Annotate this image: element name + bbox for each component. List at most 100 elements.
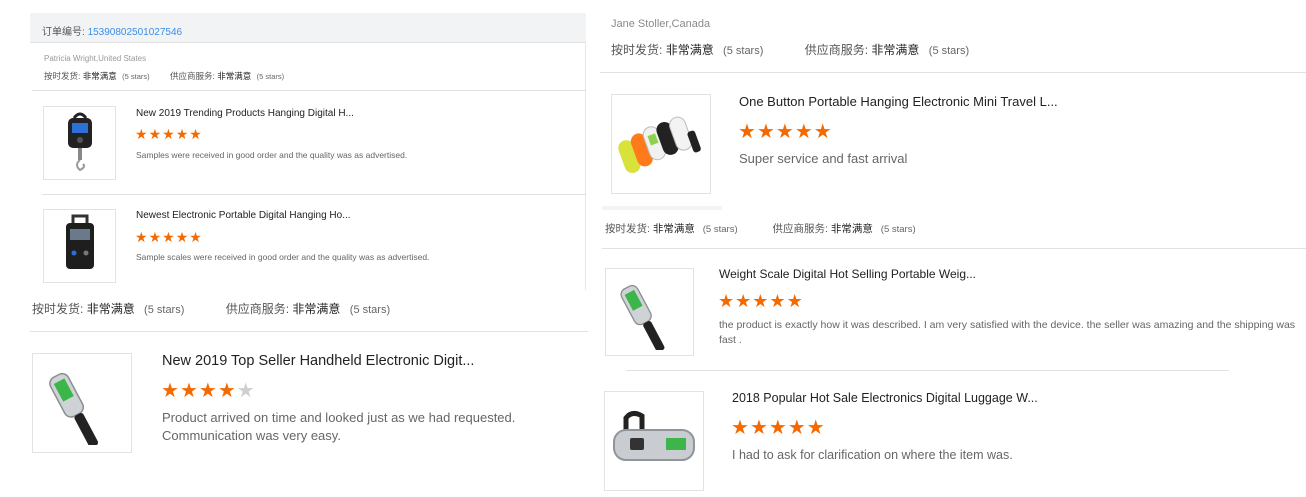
star-filled-icon: ★ <box>731 417 749 439</box>
ship-label: 按时发货: <box>605 223 650 235</box>
ship-value: 非常满意 <box>82 71 117 81</box>
order-number-link[interactable]: 15390802501027546 <box>88 27 183 38</box>
rating-summary: 按时发货: 非常满意 (5 stars) 供应商服务: 非常满意 (5 star… <box>611 41 969 58</box>
order-number-row: 订单编号: 15390802501027546 <box>42 23 182 38</box>
silver-scale-icon <box>613 410 695 461</box>
rating-stars: ★★★★★ <box>161 381 256 401</box>
ship-stars: (5 stars) <box>144 304 185 316</box>
rating-stars: ★★★★★ <box>731 418 826 438</box>
order-number-label: 订单编号: <box>42 27 85 38</box>
ship-label: 按时发货: <box>44 71 81 81</box>
star-filled-icon: ★ <box>749 417 768 439</box>
review-panel-a: 订单编号: 15390802501027546 Patricia Wright,… <box>30 13 586 298</box>
star-filled-icon: ★ <box>198 380 217 402</box>
service-label: 供应商服务: <box>772 223 828 235</box>
star-filled-icon: ★ <box>769 291 786 311</box>
luggage-scale-icon <box>619 284 664 350</box>
hanging-scale-icon <box>67 112 92 172</box>
star-filled-icon: ★ <box>179 380 198 402</box>
ship-value: 非常满意 <box>86 302 135 316</box>
divider <box>42 194 586 195</box>
star-filled-icon: ★ <box>813 121 832 143</box>
star-filled-icon: ★ <box>175 126 189 142</box>
ship-stars: (5 stars) <box>702 224 738 235</box>
product-title[interactable]: Weight Scale Digital Hot Selling Portabl… <box>719 267 1299 281</box>
rating-stars: ★★★★★ <box>135 230 203 246</box>
star-filled-icon: ★ <box>162 229 175 245</box>
star-filled-icon: ★ <box>756 121 775 143</box>
ship-label: 按时发货: <box>611 43 663 57</box>
review-panel-d: 按时发货: 非常满意 (5 stars) 供应商服务: 非常满意 (5 star… <box>600 206 1306 497</box>
rating-stars: ★★★★★ <box>718 292 804 311</box>
star-filled-icon: ★ <box>738 121 756 143</box>
star-filled-icon: ★ <box>768 417 787 439</box>
product-thumbnail[interactable] <box>32 353 132 453</box>
divider <box>30 331 588 332</box>
review-text: I had to ask for clarification on where … <box>732 448 1013 462</box>
ship-stars: (5 stars) <box>723 45 764 57</box>
star-filled-icon: ★ <box>148 229 162 245</box>
star-empty-icon: ★ <box>236 380 255 402</box>
star-filled-icon: ★ <box>189 229 202 245</box>
divider <box>600 72 1306 73</box>
divider <box>602 248 1306 249</box>
star-filled-icon: ★ <box>787 417 806 439</box>
review-text: Samples were received in good order and … <box>136 150 408 160</box>
star-filled-icon: ★ <box>752 291 769 311</box>
review-panel-b: 按时发货: 非常满意 (5 stars) 供应商服务: 非常满意 (5 star… <box>30 290 590 490</box>
hanging-scale-icon <box>65 214 94 269</box>
colorful-scales-icon <box>618 116 701 174</box>
rating-stars: ★★★★★ <box>135 127 203 143</box>
star-filled-icon: ★ <box>794 121 813 143</box>
product-title[interactable]: 2018 Popular Hot Sale Electronics Digita… <box>732 391 1292 405</box>
product-thumbnail[interactable] <box>43 106 116 180</box>
star-filled-icon: ★ <box>735 291 752 311</box>
star-filled-icon: ★ <box>217 380 236 402</box>
service-label: 供应商服务: <box>804 43 869 57</box>
service-stars: (5 stars) <box>928 45 970 57</box>
product-thumbnail[interactable] <box>611 94 711 194</box>
service-stars: (5 stars) <box>256 72 285 81</box>
product-title[interactable]: Newest Electronic Portable Digital Hangi… <box>136 210 566 221</box>
star-filled-icon: ★ <box>135 229 148 245</box>
divider <box>626 370 1229 371</box>
product-title[interactable]: New 2019 Trending Products Hanging Digit… <box>136 108 566 119</box>
buyer-name: Jane Stoller,Canada <box>611 18 711 30</box>
star-filled-icon: ★ <box>135 126 148 142</box>
product-thumbnail[interactable] <box>43 209 116 283</box>
star-filled-icon: ★ <box>175 229 189 245</box>
review-text: Sample scales were received in good orde… <box>136 252 430 262</box>
rating-summary: 按时发货: 非常满意 (5 stars) 供应商服务: 非常满意 (5 star… <box>605 221 916 236</box>
cropped-buyer-strip <box>602 206 722 210</box>
service-value: 非常满意 <box>830 223 873 235</box>
service-value: 非常满意 <box>292 302 341 316</box>
ship-value: 非常满意 <box>652 223 695 235</box>
star-filled-icon: ★ <box>162 126 175 142</box>
ship-stars: (5 stars) <box>122 72 150 81</box>
product-title[interactable]: New 2019 Top Seller Handheld Electronic … <box>162 353 582 369</box>
star-filled-icon: ★ <box>806 417 825 439</box>
divider <box>32 90 586 91</box>
service-stars: (5 stars) <box>349 304 391 316</box>
review-text: the product is exactly how it was descri… <box>719 319 1296 346</box>
ship-value: 非常满意 <box>665 43 714 57</box>
product-thumbnail[interactable] <box>604 391 704 491</box>
review-text: Product arrived on time and looked just … <box>162 410 516 443</box>
rating-stars: ★★★★★ <box>738 122 833 142</box>
service-label: 供应商服务: <box>225 302 290 316</box>
star-filled-icon: ★ <box>786 291 803 311</box>
luggage-scale-icon <box>49 372 99 445</box>
rating-summary: 按时发货: 非常满意 (5 stars) 供应商服务: 非常满意 (5 star… <box>32 300 390 317</box>
product-title[interactable]: One Button Portable Hanging Electronic M… <box>739 94 1239 109</box>
star-filled-icon: ★ <box>189 126 202 142</box>
star-filled-icon: ★ <box>148 126 162 142</box>
review-panel-c: Jane Stoller,Canada 按时发货: 非常满意 (5 stars)… <box>600 10 1306 206</box>
product-thumbnail[interactable] <box>605 268 694 356</box>
service-value: 非常满意 <box>871 43 920 57</box>
ship-label: 按时发货: <box>32 302 84 316</box>
service-stars: (5 stars) <box>880 224 916 235</box>
star-filled-icon: ★ <box>775 121 794 143</box>
buyer-name: Patricia Wright,United States <box>44 54 147 63</box>
review-text: Super service and fast arrival <box>739 151 908 166</box>
service-label: 供应商服务: <box>170 71 215 81</box>
